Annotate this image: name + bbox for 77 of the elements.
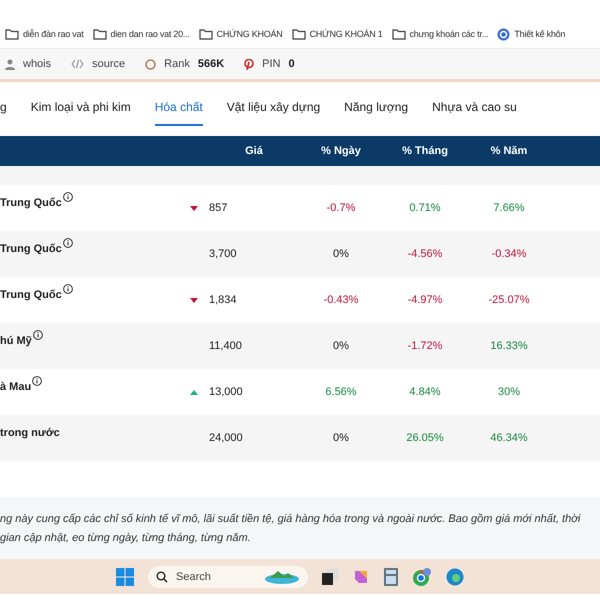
toolbar-label[interactable]: whois	[23, 58, 52, 70]
price-cell-text: 13,000	[209, 386, 244, 398]
toolbar-value: 0	[288, 58, 295, 70]
folder-icon	[392, 28, 406, 40]
change-cell-text: 0%	[332, 340, 350, 352]
category-tab[interactable]: g	[0, 96, 7, 126]
folder-icon	[292, 28, 306, 40]
change-cell-text: 6.56%	[324, 386, 358, 398]
circle-icon	[145, 58, 156, 70]
price-cell-text: 1,834	[209, 294, 238, 306]
commodity-name[interactable]: Trung Quốc	[0, 243, 62, 255]
category-tab[interactable]: Kim loại và phi kim	[30, 96, 131, 126]
change-cell-text: 16.33%	[489, 340, 529, 352]
change-cell-text: 0%	[332, 432, 350, 444]
commodity-name[interactable]: trong nước	[0, 427, 60, 439]
windows-start-icon[interactable]	[116, 568, 134, 586]
column-header[interactable]: % Ngày	[299, 145, 383, 157]
change-cell-text: 0%	[332, 248, 350, 260]
toolbar-label[interactable]: Rank	[164, 58, 190, 70]
pin-icon	[244, 58, 254, 70]
category-tab[interactable]: Nhựa và cao su	[432, 96, 517, 126]
category-tab[interactable]: Năng lượng	[344, 96, 408, 126]
price-cell-text: 3,700	[209, 248, 238, 260]
bookmark-link[interactable]: diễn đàn rao vat	[5, 28, 84, 40]
search-placeholder: Search	[176, 570, 211, 582]
change-cell-text: 46.34%	[489, 432, 529, 444]
up-triangle-icon	[190, 390, 198, 395]
change-cell-text: 0.71%	[408, 202, 442, 214]
change-cell-text: -4.97%	[406, 294, 444, 306]
change-cell-text: -1.72%	[406, 340, 444, 352]
folder-icon	[92, 28, 107, 40]
info-icon[interactable]	[32, 376, 42, 386]
change-cell-text: -0.34%	[490, 248, 528, 260]
bookmark-link[interactable]: Thiết kế khôn	[497, 28, 566, 40]
change-cell-text: 26.05%	[405, 432, 445, 444]
bookmark-link[interactable]: chưng khoán các tr...	[392, 28, 488, 40]
person-icon	[5, 58, 15, 70]
change-cell-text: 30%	[496, 386, 522, 398]
change-cell-text: -4.56%	[406, 248, 444, 260]
price-cell-text: 24,000	[209, 432, 244, 444]
task-view-icon[interactable]	[322, 568, 338, 584]
change-cell-text: -0.43%	[322, 294, 360, 306]
change-cell-text: -0.7%	[326, 202, 356, 214]
toolbar-label[interactable]: PIN	[262, 58, 280, 70]
category-tab[interactable]: Hóa chất	[154, 96, 203, 126]
down-triangle-icon	[190, 298, 198, 303]
change-cell-text: 4.84%	[408, 386, 442, 398]
search-icon	[156, 570, 168, 582]
change-cell-text: -25.07%	[488, 294, 530, 306]
info-icon[interactable]	[62, 284, 73, 294]
calculator-icon[interactable]	[384, 568, 398, 586]
code-icon	[71, 59, 84, 69]
commodity-name[interactable]: Trung Quốc	[0, 289, 62, 301]
description-text: ng này cung cấp các chỉ số kinh tế vĩ mô, lãi suất tiền tệ, giá hàng hóa trong và ngoài nước. Bao gồm giá mới nhất, thời gian cập nhật, eo từng ngày, từng tháng, từng năm.	[0, 512, 582, 546]
bookmark-link[interactable]: CHỨNG KHOÁN 1	[292, 28, 383, 40]
commodity-name[interactable]: hú Mỹ	[0, 335, 32, 347]
info-icon[interactable]	[32, 330, 43, 340]
column-header[interactable]: Giá	[209, 145, 299, 157]
bookmark-link[interactable]: dien dan rao vat 20...	[92, 28, 190, 40]
folder-icon	[198, 28, 213, 40]
commodity-name[interactable]: Trung Quốc	[0, 197, 62, 209]
down-triangle-icon	[190, 206, 198, 211]
bookmark-link[interactable]: CHỨNG KHOÁN	[198, 28, 283, 40]
info-icon[interactable]	[62, 192, 73, 202]
info-icon[interactable]	[62, 238, 73, 248]
column-header[interactable]: % Năm	[467, 145, 551, 157]
price-cell-text: 11,400	[209, 340, 243, 352]
toolbar-label[interactable]: source	[92, 58, 126, 70]
category-tab[interactable]: Vật liệu xây dựng	[226, 96, 320, 126]
column-header[interactable]: % Tháng	[383, 145, 467, 157]
folder-icon	[5, 28, 19, 40]
toolbar-value: 566K	[198, 58, 224, 70]
taskbar-search-field[interactable]: Search	[148, 566, 308, 588]
landscape-icon	[264, 568, 300, 584]
commodity-name[interactable]: à Mau	[0, 381, 32, 393]
change-cell-text: 7.66%	[492, 202, 526, 214]
price-cell-text: 857	[209, 202, 228, 214]
